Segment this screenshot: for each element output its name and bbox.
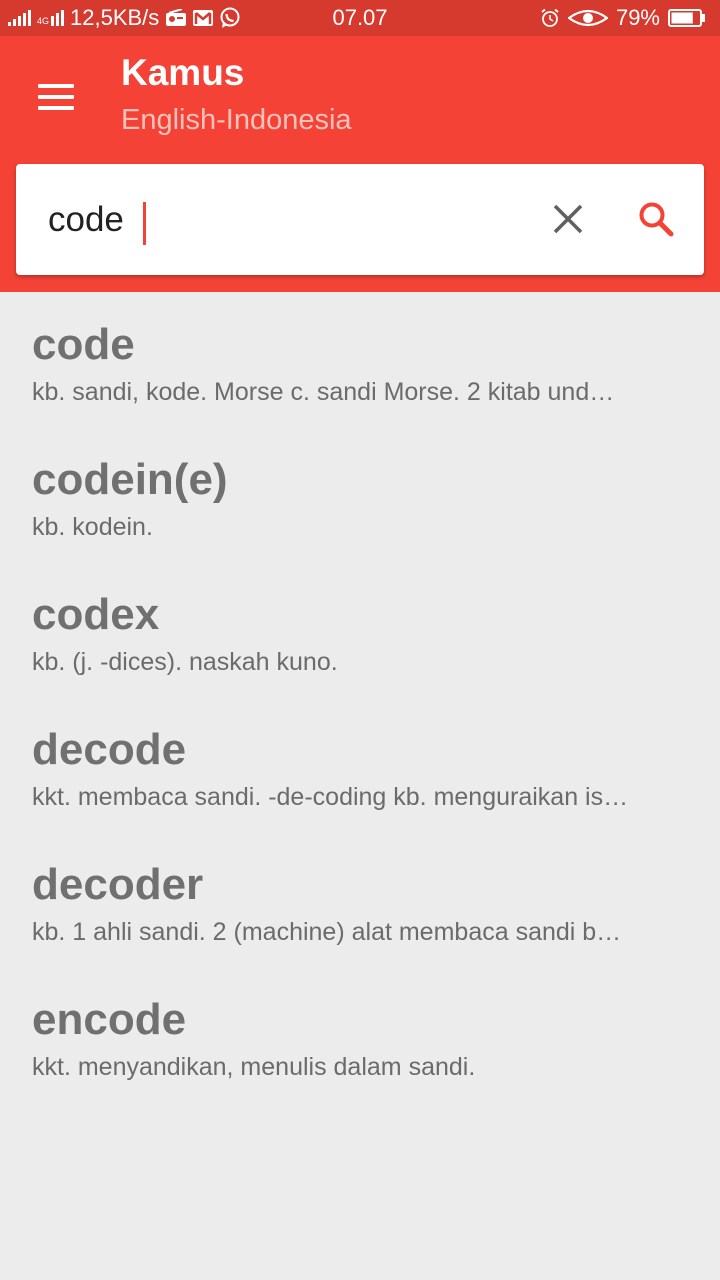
menu-button[interactable] bbox=[36, 80, 76, 110]
battery-percent: 79% bbox=[615, 5, 660, 30]
result-definition: kb. sandi, kode. Morse c. sandi Morse. 2… bbox=[32, 378, 615, 406]
result-definition: kb. (j. -dices). naskah kuno. bbox=[32, 648, 338, 676]
result-item[interactable]: code kb. sandi, kode. Morse c. sandi Mor… bbox=[0, 292, 720, 427]
battery-icon bbox=[668, 9, 705, 27]
result-word: codein(e) bbox=[32, 455, 228, 504]
result-item[interactable]: encode kkt. menyandikan, menulis dalam s… bbox=[0, 967, 720, 1102]
result-word: codex bbox=[32, 590, 160, 639]
result-definition: kb. 1 ahli sandi. 2 (machine) alat memba… bbox=[32, 918, 622, 946]
result-word: encode bbox=[32, 995, 187, 1044]
result-item[interactable]: codex kb. (j. -dices). naskah kuno. bbox=[0, 562, 720, 697]
result-definition: kb. kodein. bbox=[32, 513, 153, 541]
result-word: decode bbox=[32, 725, 187, 774]
result-word: code bbox=[32, 320, 135, 369]
result-definition: kkt. membaca sandi. -de-coding kb. mengu… bbox=[32, 783, 629, 811]
result-item[interactable]: decoder kb. 1 ahli sandi. 2 (machine) al… bbox=[0, 832, 720, 967]
result-word: decoder bbox=[32, 860, 204, 909]
result-definition: kkt. menyandikan, menulis dalam sandi. bbox=[32, 1053, 476, 1081]
eye-icon bbox=[567, 9, 608, 27]
search-icon bbox=[639, 202, 674, 237]
app-subtitle: English-Indonesia bbox=[121, 104, 352, 136]
text-caret bbox=[143, 202, 146, 245]
search-input[interactable] bbox=[48, 194, 518, 246]
clear-button[interactable] bbox=[548, 199, 588, 239]
search-button[interactable] bbox=[636, 199, 676, 239]
search-box bbox=[16, 164, 704, 275]
status-right: 79% bbox=[540, 5, 706, 31]
alarm-icon bbox=[541, 8, 559, 27]
app-title: Kamus bbox=[121, 52, 245, 93]
app-bar: Kamus English-Indonesia bbox=[0, 36, 720, 292]
result-item[interactable]: codein(e) kb. kodein. bbox=[0, 427, 720, 562]
result-item[interactable]: decode kkt. membaca sandi. -de-coding kb… bbox=[0, 697, 720, 832]
close-icon bbox=[553, 204, 583, 234]
status-bar: 4G 12,5KB/s 07.07 79% bbox=[0, 0, 720, 36]
